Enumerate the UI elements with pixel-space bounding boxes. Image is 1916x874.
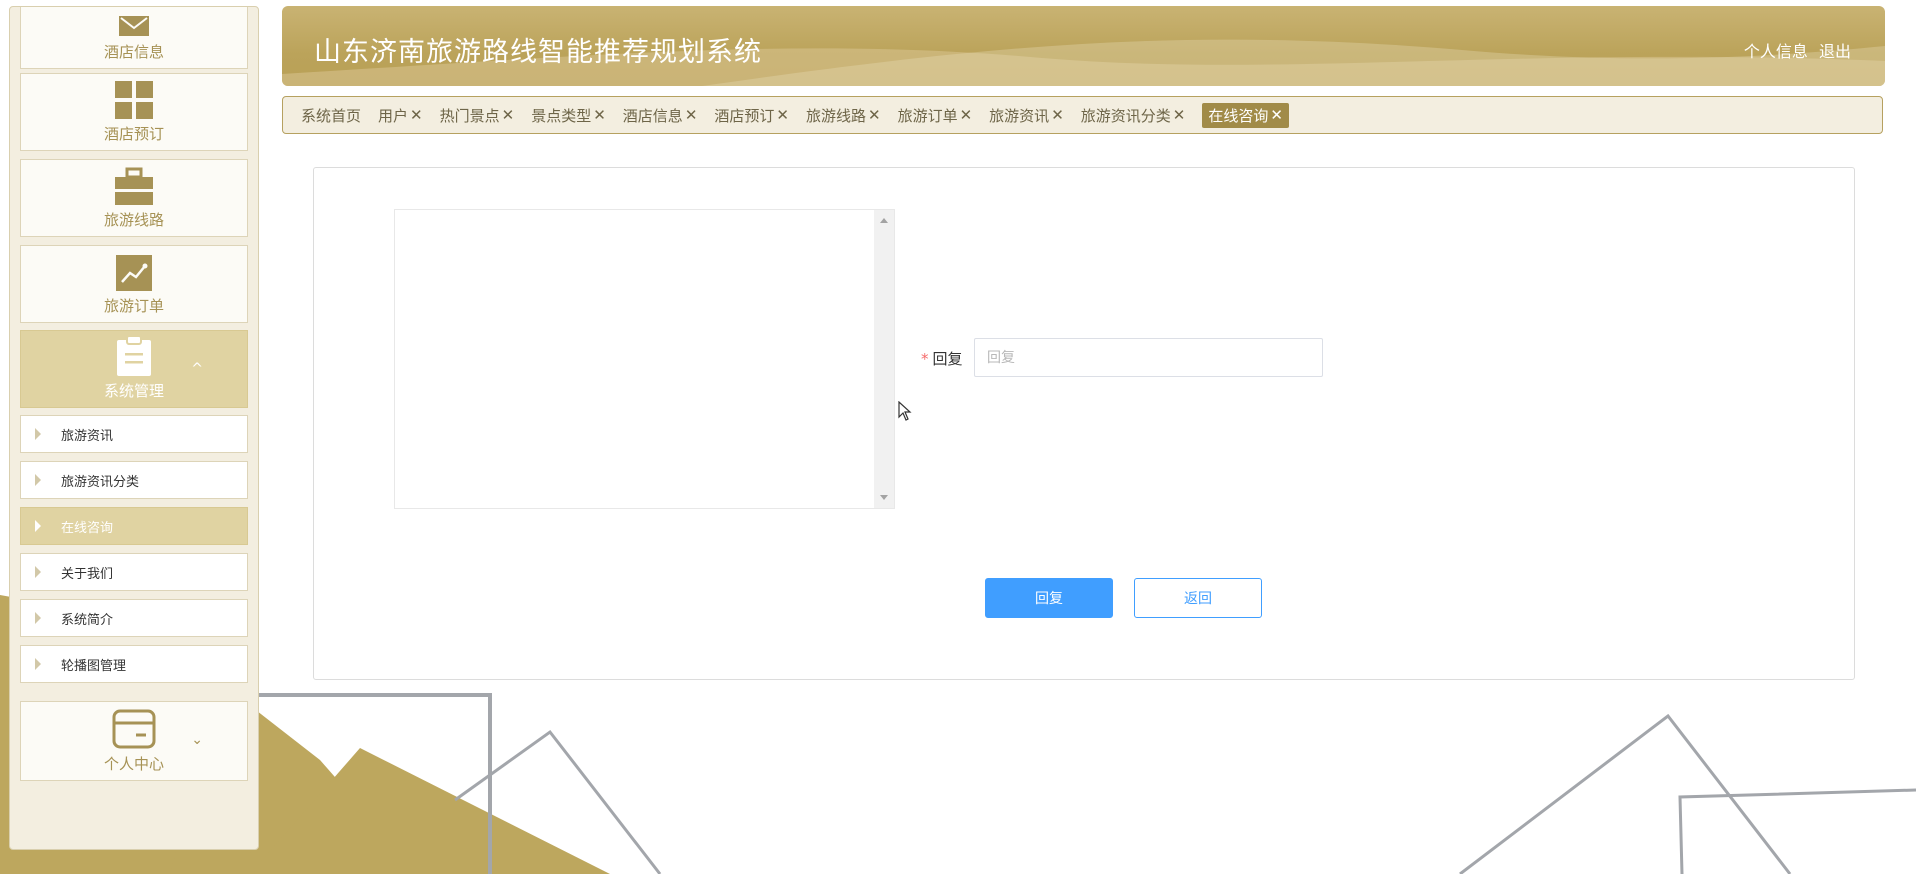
caret-right-icon — [35, 520, 41, 532]
tab-hot-attractions[interactable]: 热门景点 ✕ — [440, 105, 515, 126]
mouse-cursor-icon — [898, 401, 912, 421]
clipboard-icon — [117, 336, 151, 376]
logout-link[interactable]: 退出 — [1819, 42, 1851, 61]
tab-online-consult[interactable]: 在线咨询 ✕ — [1202, 102, 1289, 128]
scroll-up-icon[interactable] — [880, 218, 888, 223]
sidebar-menu-personal-center[interactable]: 个人中心 ⌄ — [20, 701, 248, 781]
caret-right-icon — [35, 566, 41, 578]
submenu-item-label: 系统简介 — [61, 612, 114, 628]
chevron-up-icon: ^ — [191, 361, 203, 377]
submenu-item-system-intro[interactable]: 系统简介 — [20, 599, 248, 637]
sidebar-menu-label: 酒店预订 — [103, 125, 164, 143]
sidebar-menu-system-management[interactable]: 系统管理 ^ — [20, 330, 248, 408]
briefcase-icon — [115, 167, 153, 205]
wallet-icon — [112, 709, 156, 749]
submenu-item-about-us[interactable]: 关于我们 — [20, 553, 248, 591]
close-icon[interactable]: ✕ — [1051, 106, 1064, 124]
tab-label: 酒店预订 — [714, 106, 775, 125]
submenu-item-label: 轮播图管理 — [61, 658, 127, 674]
submenu-item-travel-news[interactable]: 旅游资讯 — [20, 415, 248, 453]
tab-travel-news-category[interactable]: 旅游资讯分类 ✕ — [1081, 105, 1186, 126]
caret-right-icon — [35, 474, 41, 486]
required-mark: * — [921, 350, 929, 368]
tab-bar: 系统首页 用户 ✕ 热门景点 ✕ 景点类型 ✕ 酒店信息 ✕ 酒店预订 ✕ 旅游线路 ✕ 旅… — [282, 96, 1883, 134]
submenu-item-label: 关于我们 — [61, 566, 114, 582]
tab-attraction-types[interactable]: 景点类型 ✕ — [531, 105, 606, 126]
scroll-down-icon[interactable] — [880, 495, 888, 500]
chart-icon — [116, 255, 152, 291]
sidebar-menu-hotel-booking[interactable]: 酒店预订 — [20, 73, 248, 151]
tab-users[interactable]: 用户 ✕ — [378, 105, 423, 126]
top-header: 山东济南旅游路线智能推荐规划系统 个人信息 退出 — [282, 6, 1885, 86]
tab-hotel-booking[interactable]: 酒店预订 ✕ — [714, 105, 789, 126]
sidebar-menu-travel-route[interactable]: 旅游线路 — [20, 159, 248, 237]
conversation-box[interactable] — [394, 209, 912, 509]
close-icon[interactable]: ✕ — [960, 106, 973, 124]
caret-right-icon — [35, 612, 41, 624]
sidebar-menu-label: 个人中心 — [103, 755, 164, 773]
tab-label: 旅游订单 — [897, 106, 958, 125]
header-user-links: 个人信息 退出 — [1738, 38, 1851, 62]
submenu-item-online-consult[interactable]: 在线咨询 — [20, 507, 248, 545]
grid-icon — [115, 81, 153, 119]
reply-label-text: 回复 — [932, 350, 963, 368]
close-icon[interactable]: ✕ — [410, 106, 423, 124]
back-button[interactable]: 返回 — [1134, 578, 1262, 618]
tab-label: 旅游线路 — [805, 106, 866, 125]
submit-reply-button[interactable]: 回复 — [985, 578, 1113, 618]
close-icon[interactable]: ✕ — [593, 106, 606, 124]
sidebar: 酒店信息 酒店预订 旅游线路 旅游订单 系统管理 ^ 旅游资讯 旅游资讯分类 在… — [9, 6, 259, 850]
submenu-item-label: 在线咨询 — [61, 520, 114, 536]
tab-label: 用户 — [378, 106, 409, 125]
tab-label: 热门景点 — [439, 106, 500, 125]
close-icon[interactable]: ✕ — [776, 106, 789, 124]
chevron-down-icon: ⌄ — [191, 732, 203, 748]
submenu-item-carousel-management[interactable]: 轮播图管理 — [20, 645, 248, 683]
sidebar-menu-hotel-info[interactable]: 酒店信息 — [20, 7, 248, 69]
envelope-icon — [118, 15, 150, 37]
sidebar-menu-label: 旅游订单 — [103, 297, 164, 315]
tab-travel-orders[interactable]: 旅游订单 ✕ — [898, 105, 973, 126]
submenu-item-travel-news-category[interactable]: 旅游资讯分类 — [20, 461, 248, 499]
caret-right-icon — [35, 428, 41, 440]
sidebar-menu-label: 旅游线路 — [103, 211, 164, 229]
tab-label: 景点类型 — [531, 106, 592, 125]
tab-label: 旅游资讯 — [989, 106, 1050, 125]
sidebar-menu-travel-order[interactable]: 旅游订单 — [20, 245, 248, 323]
reply-input[interactable] — [974, 338, 1323, 377]
sidebar-menu-label: 酒店信息 — [103, 43, 164, 61]
page-title: 山东济南旅游路线智能推荐规划系统 — [314, 37, 762, 68]
conversation-scrollbar[interactable] — [874, 210, 894, 508]
tab-label: 系统首页 — [301, 106, 362, 125]
tab-home[interactable]: 系统首页 — [301, 105, 361, 126]
close-icon[interactable]: ✕ — [1173, 106, 1186, 124]
reply-field-label: * 回复 — [921, 348, 963, 369]
profile-link[interactable]: 个人信息 — [1744, 42, 1808, 61]
close-icon[interactable]: ✕ — [868, 106, 881, 124]
reply-form-panel: *回复 回复 返回 — [313, 167, 1855, 680]
caret-right-icon — [35, 658, 41, 670]
close-icon[interactable]: ✕ — [1270, 106, 1283, 124]
submenu-item-label: 旅游资讯 — [61, 428, 114, 444]
tab-hotel-info[interactable]: 酒店信息 ✕ — [623, 105, 698, 126]
tab-travel-news[interactable]: 旅游资讯 ✕ — [989, 105, 1064, 126]
sidebar-menu-label: 系统管理 — [103, 382, 164, 400]
close-icon[interactable]: ✕ — [502, 106, 515, 124]
tab-label: 酒店信息 — [622, 106, 683, 125]
tab-label: 旅游资讯分类 — [1080, 106, 1171, 125]
close-icon[interactable]: ✕ — [685, 106, 698, 124]
tab-travel-routes[interactable]: 旅游线路 ✕ — [806, 105, 881, 126]
tab-label: 在线咨询 — [1208, 106, 1269, 125]
submenu-item-label: 旅游资讯分类 — [61, 474, 140, 490]
